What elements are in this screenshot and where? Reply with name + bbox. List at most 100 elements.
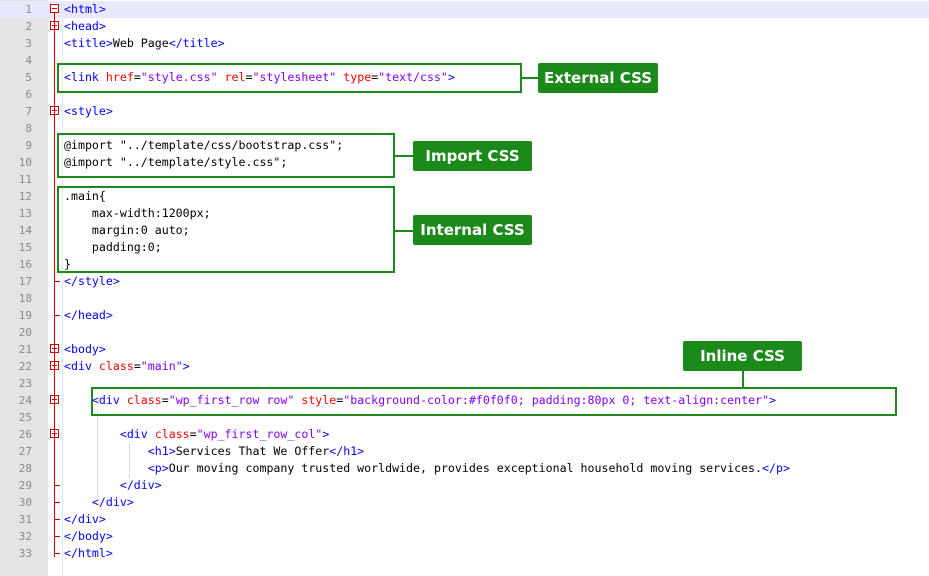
internal-css-connector [395,230,414,232]
code-token: = [133,359,141,373]
line-number: 20 [18,326,32,339]
code-line[interactable]: 27 <h1>Services That We Offer</h1> [0,443,929,460]
line-number: 14 [18,224,32,237]
code-text: </body> [64,528,113,545]
code-token: </h1> [329,444,365,458]
line-number: 17 [18,275,32,288]
fold-end-tick [54,315,60,316]
code-text: <p>Our moving company trusted worldwide,… [64,460,790,477]
code-text: <body> [64,341,106,358]
internal-css-box [57,186,395,273]
import-css-box [57,133,395,178]
code-token: </div> [119,478,162,492]
code-token: <head> [64,19,106,33]
line-number: 6 [25,88,32,101]
line-number: 8 [25,122,32,135]
code-text: </style> [64,273,120,290]
code-token: <h1> [147,444,176,458]
code-line[interactable]: 1 <html> [0,1,929,18]
code-token: "wp_first_row_col" [196,427,323,441]
code-token: </head> [64,308,113,322]
code-line[interactable]: 31 </div> [0,511,929,528]
code-text: </head> [64,307,113,324]
external-css-label: External CSS [538,63,658,93]
inline-css-label: Inline CSS [683,341,802,371]
code-token: </div> [91,495,134,509]
code-token: > [182,359,190,373]
fold-end-tick [54,553,60,554]
line-number: 19 [18,309,32,322]
code-token: <title> [64,36,113,50]
code-text: <html> [64,1,106,18]
code-line[interactable]: 7 <style> [0,103,929,120]
line-number: 23 [18,377,32,390]
code-token: <p> [147,461,169,475]
code-token: Services That We Offer [175,444,330,458]
line-number: 7 [25,105,32,118]
indent-guide [97,410,98,495]
fold-end-tick [54,485,60,486]
code-line[interactable]: 18 [0,290,929,307]
line-number: 2 [25,20,32,33]
line-number: 1 [25,3,32,16]
code-line[interactable]: 33 </html> [0,545,929,562]
line-number: 28 [18,462,32,475]
import-css-label: Import CSS [413,141,532,171]
import-css-connector [395,155,414,157]
external-css-connector [522,77,539,79]
fold-end-tick [54,502,60,503]
code-line[interactable]: 29 </div> [0,477,929,494]
code-token: </div> [64,512,106,526]
internal-css-label: Internal CSS [413,215,532,245]
line-number: 9 [25,139,32,152]
line-number: 30 [18,496,32,509]
code-token: <body> [64,342,106,356]
code-token: <html> [64,2,106,16]
code-line[interactable]: 2 <head> [0,18,929,35]
code-token: "main" [140,359,183,373]
code-token: </p> [762,461,790,475]
indent-guide [129,444,130,478]
fold-end-tick [54,536,60,537]
code-line[interactable]: 19 </head> [0,307,929,324]
code-text: <div class="wp_first_row_col"> [64,426,329,443]
line-number: 10 [18,156,32,169]
code-line[interactable]: 3 <title>Web Page</title> [0,35,929,52]
code-line[interactable]: 26 <div class="wp_first_row_col"> [0,426,929,443]
line-number: 11 [18,173,32,186]
code-line[interactable]: 20 [0,324,929,341]
code-line[interactable]: 30 </div> [0,494,929,511]
line-number: 18 [18,292,32,305]
code-line[interactable]: 17 </style> [0,273,929,290]
code-token: </body> [64,529,113,543]
line-number: 29 [18,479,32,492]
external-css-box [57,63,522,93]
code-token: </html> [64,546,113,560]
line-number: 12 [18,190,32,203]
fold-toggle-icon[interactable] [50,4,59,13]
code-text: </div> [64,511,106,528]
code-line[interactable]: 28 <p>Our moving company trusted worldwi… [0,460,929,477]
line-number: 22 [18,360,32,373]
line-number: 5 [25,71,32,84]
code-token: <div [119,427,155,441]
inline-css-connector [742,371,744,387]
code-editor[interactable]: 1 <html> 2 <head> 3 <title>Web Page</title> 4 5… [0,0,929,576]
code-line[interactable]: 32 </body> [0,528,929,545]
code-token: = [189,427,197,441]
code-text: </html> [64,545,113,562]
code-text: <div class="main"> [64,358,190,375]
line-number: 32 [18,530,32,543]
code-token: class [98,359,134,373]
code-token: Web Page [112,36,169,50]
code-token: class [154,427,190,441]
fold-end-tick [54,281,60,282]
line-number: 27 [18,445,32,458]
line-number: 15 [18,241,32,254]
code-text: <h1>Services That We Offer</h1> [64,443,364,460]
code-token: </style> [64,274,120,288]
